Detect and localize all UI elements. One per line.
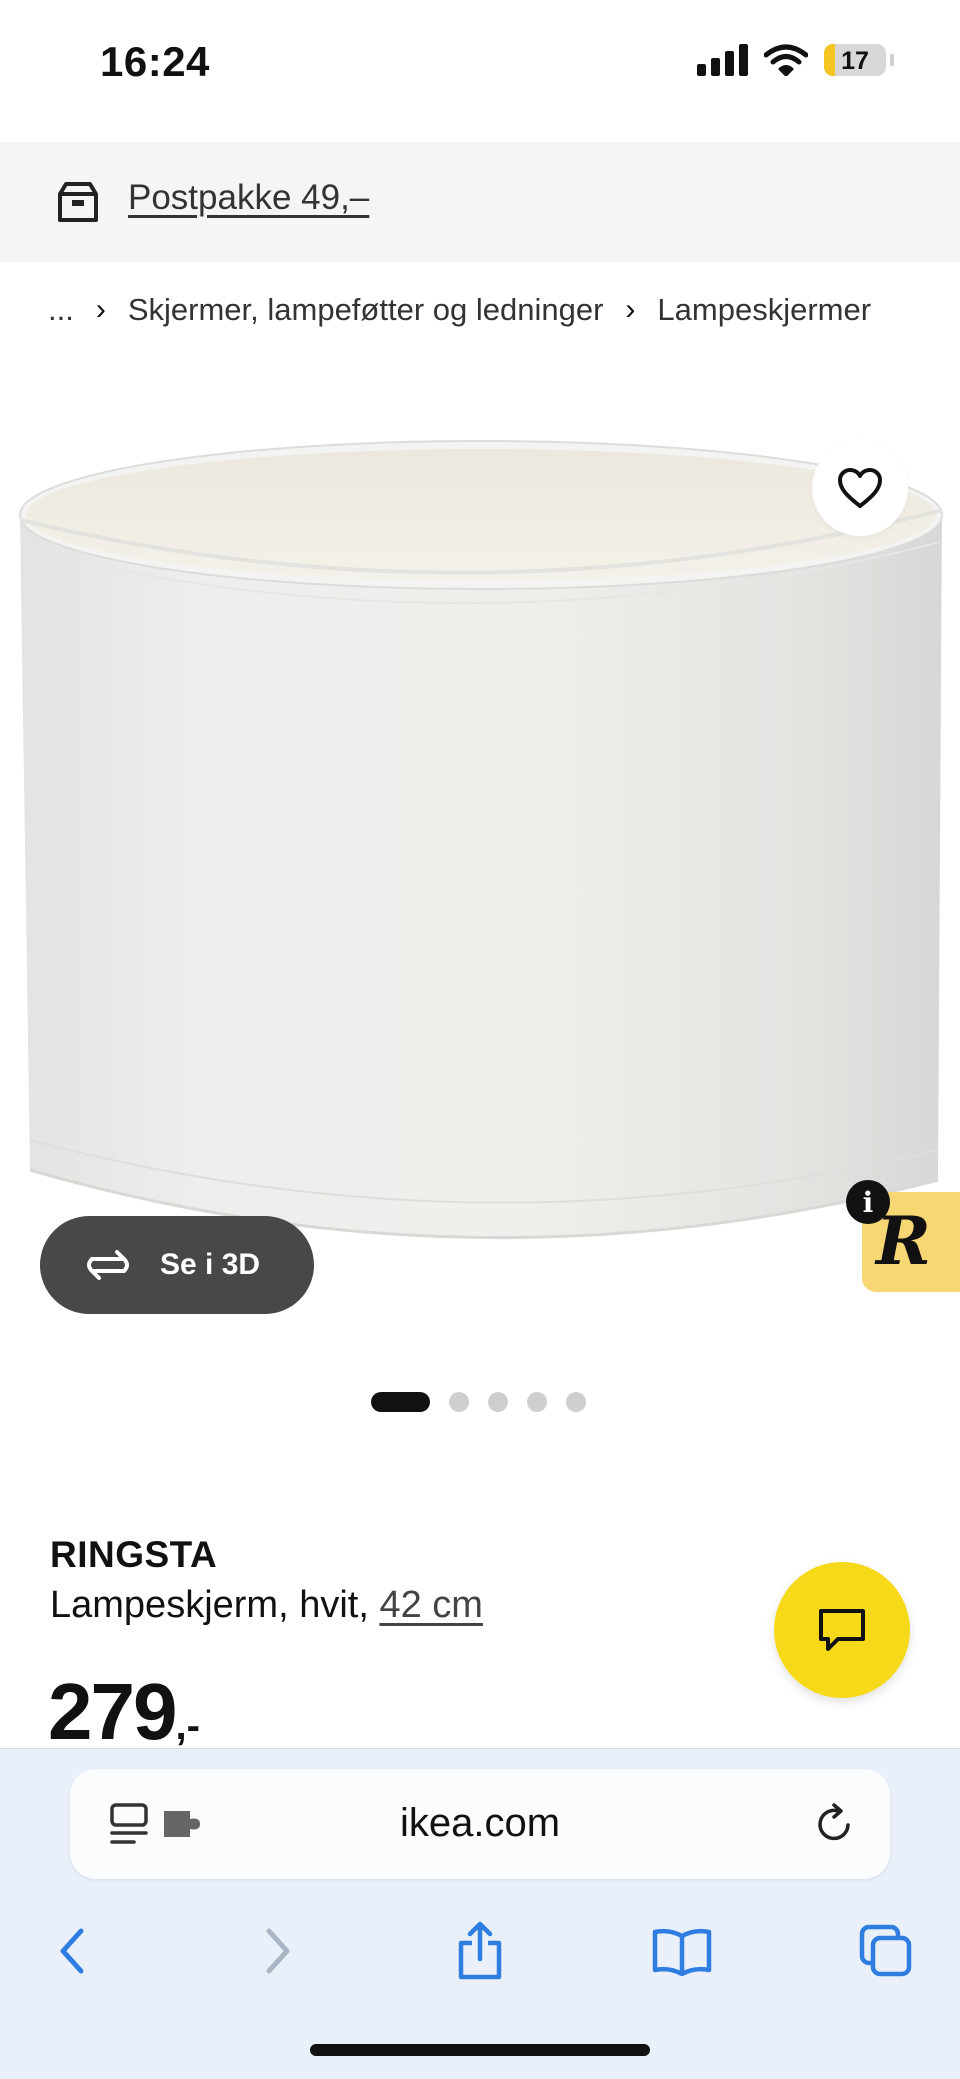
battery-level: 17 [841, 47, 869, 75]
status-time: 16:24 [100, 38, 210, 85]
heart-icon [838, 468, 882, 508]
browser-toolbar: ikea.com [0, 1748, 960, 2079]
breadcrumb-item-subcategory[interactable]: Lampeskjermer [657, 292, 871, 328]
back-button[interactable] [32, 1911, 112, 1991]
url-text[interactable]: ikea.com [70, 1801, 890, 1846]
carousel-dot[interactable] [566, 1392, 586, 1412]
battery-icon: 17 [824, 44, 886, 76]
carousel-indicator [371, 1392, 586, 1412]
share-icon [458, 1921, 502, 1980]
delivery-box-icon [58, 182, 98, 222]
delivery-price-link[interactable]: Postpakke 49,– [128, 178, 369, 218]
status-icons: 17 [697, 44, 894, 76]
status-bar: 16:24 17 [0, 0, 960, 140]
bookmarks-icon [652, 1928, 712, 1976]
breadcrumb-ellipsis[interactable]: ... [48, 292, 74, 328]
product-image[interactable] [0, 400, 960, 1340]
info-icon[interactable]: i [846, 1180, 890, 1224]
tabs-button[interactable] [846, 1911, 926, 1991]
carousel-dot-active[interactable] [371, 1392, 430, 1412]
cellular-signal-icon [697, 44, 748, 76]
view-in-3d-label: Se i 3D [160, 1248, 261, 1281]
chevron-right-icon: › [95, 293, 106, 326]
carousel-dot[interactable] [449, 1392, 469, 1412]
rotate-3d-icon [87, 1250, 129, 1280]
forward-button[interactable] [238, 1911, 318, 1991]
address-bar[interactable]: ikea.com [70, 1769, 890, 1879]
bookmarks-button[interactable] [642, 1911, 722, 1991]
home-indicator [310, 2044, 650, 2056]
product-price: 279 ,- [48, 1666, 200, 1758]
browser-nav-row [0, 1911, 960, 2001]
share-button[interactable] [440, 1911, 520, 1991]
breadcrumb: ... › Skjermer, lampeføtter og ledninger… [48, 292, 871, 328]
breadcrumb-item-category[interactable]: Skjermer, lampeføtter og ledninger [128, 292, 604, 328]
chat-bubble-icon [819, 1609, 865, 1651]
delivery-banner: Postpakke 49,– [0, 142, 960, 262]
carousel-dot[interactable] [488, 1392, 508, 1412]
favorite-button[interactable] [812, 440, 908, 536]
product-name: RINGSTA [50, 1534, 218, 1575]
wifi-icon [764, 44, 808, 76]
reload-icon[interactable] [814, 1801, 856, 1845]
price-suffix: ,- [175, 1704, 200, 1748]
carousel-dot[interactable] [527, 1392, 547, 1412]
product-size-link[interactable]: 42 cm [379, 1584, 482, 1626]
product-description-text: Lampeskjerm, hvit, [50, 1584, 369, 1626]
chevron-right-icon: › [625, 293, 636, 326]
back-icon [60, 1928, 84, 1974]
chat-button[interactable] [774, 1562, 910, 1698]
tabs-icon [859, 1924, 912, 1977]
product-description: Lampeskjerm, hvit, 42 cm [50, 1584, 483, 1627]
view-in-3d-button[interactable]: Se i 3D [40, 1216, 314, 1314]
price-value: 279 [48, 1667, 177, 1756]
forward-icon [266, 1928, 290, 1974]
battery-nub [890, 54, 894, 66]
